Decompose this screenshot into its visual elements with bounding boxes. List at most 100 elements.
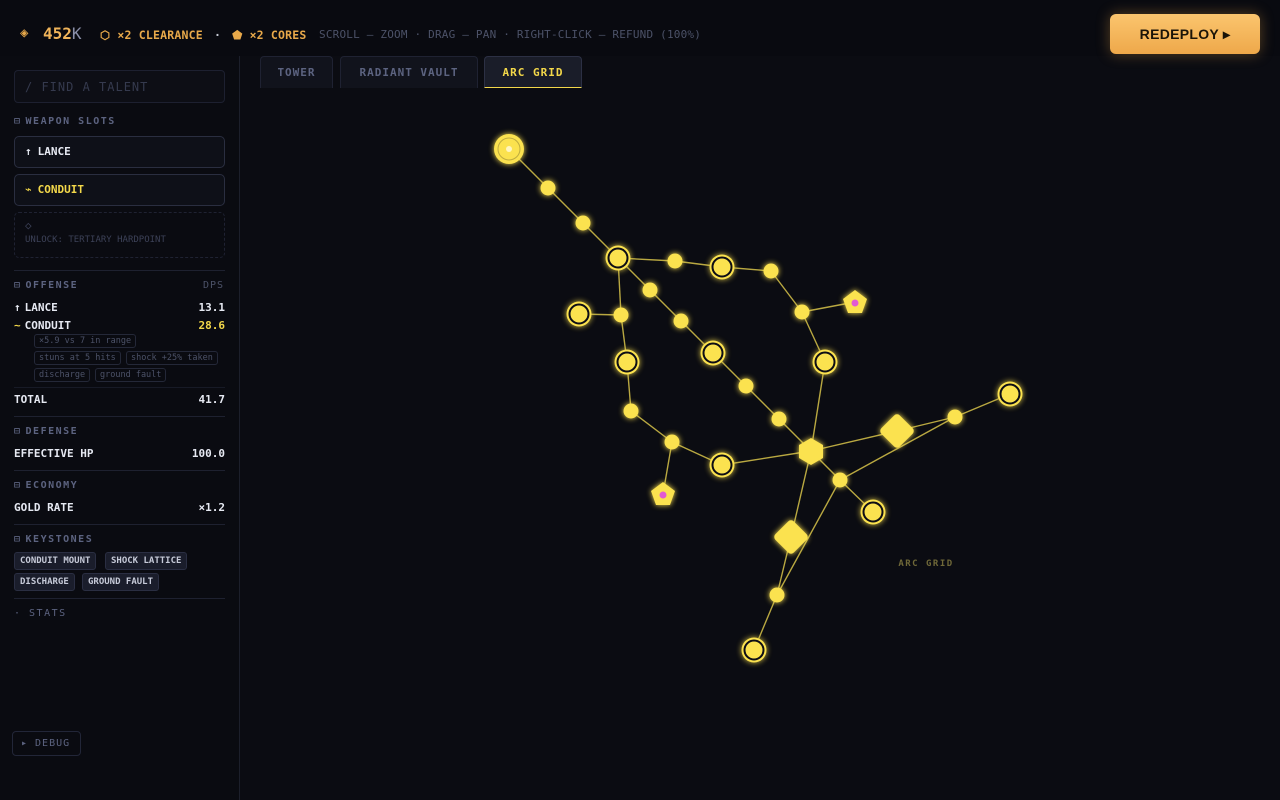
minor-node[interactable] <box>613 307 629 323</box>
keystone-diamond-node[interactable] <box>879 413 916 450</box>
slot-label: LANCE <box>37 145 71 158</box>
core-socket-node[interactable] <box>843 290 867 313</box>
dps-column-label: DPS <box>202 280 224 291</box>
minor-node[interactable] <box>771 411 787 427</box>
currency-counters: ⬡ ×2 CLEARANCE · ⬟ ×2 CORES <box>100 28 307 42</box>
notable-node[interactable] <box>812 349 838 375</box>
keystones-heading: ⊟ KEYSTONES <box>14 534 94 545</box>
conduit-dps: 28.6 <box>198 319 226 332</box>
minor-node[interactable] <box>947 409 963 425</box>
tab-arc-grid[interactable]: ARC GRID <box>484 56 582 88</box>
divider <box>14 524 225 525</box>
slots-icon: ⊟ <box>14 116 22 127</box>
notable-node[interactable] <box>709 452 735 478</box>
gold-counter: 452K <box>43 24 82 43</box>
top-bar: ◈ 452K ⬡ ×2 CLEARANCE · ⬟ ×2 CORES SCROL… <box>0 0 1280 56</box>
conduit-tag: shock +25% taken <box>126 351 218 365</box>
offense-icon: ⊟ <box>14 280 22 291</box>
keystone-diamond-node[interactable] <box>773 519 810 556</box>
lance-icon: ↑ <box>25 145 32 158</box>
weapon-slot-lance[interactable]: ↑ LANCE <box>14 136 225 168</box>
gold-rate-value: ×1.2 <box>198 501 226 514</box>
cores-counter: ×2 CORES <box>249 28 307 42</box>
defense-icon: ⊟ <box>14 426 22 437</box>
controls-hint: SCROLL — ZOOM · DRAG — PAN · RIGHT-CLICK… <box>319 28 702 41</box>
divider <box>14 598 225 599</box>
clearance-hex-icon: ⬡ <box>100 28 111 42</box>
keystone-pill[interactable]: DISCHARGE <box>14 573 75 591</box>
minor-node[interactable] <box>763 263 779 279</box>
conduit-tag: stuns at 5 hits <box>34 351 121 365</box>
talent-search-input[interactable]: / FIND A TALENT <box>14 70 225 103</box>
effective-hp-value: 100.0 <box>191 447 225 460</box>
talent-tree-canvas[interactable]: ARC GRID <box>240 89 1280 800</box>
offense-total: TOTAL 41.7 <box>14 393 225 406</box>
total-dps: 41.7 <box>198 393 226 406</box>
divider <box>14 416 225 417</box>
minor-node[interactable] <box>769 587 785 603</box>
weapon-slots-heading: ⊟ WEAPON SLOTS <box>14 116 116 127</box>
defense-heading: ⊟ DEFENSE <box>14 426 79 437</box>
locked-diamond-icon: ◇ <box>25 219 32 232</box>
tree-region-label: ARC GRID <box>898 559 953 569</box>
minor-node[interactable] <box>673 313 689 329</box>
minor-node[interactable] <box>664 434 680 450</box>
divider <box>14 470 225 471</box>
conduit-tag: discharge <box>34 368 91 382</box>
notable-node[interactable] <box>741 637 767 663</box>
sidebar: / FIND A TALENT ⊟ WEAPON SLOTS ↑ LANCE ⌁ CO… <box>0 56 240 800</box>
offense-row-lance: ↑ LANCE 13.1 <box>14 301 225 314</box>
stats-toggle[interactable]: · STATS <box>14 608 67 619</box>
redeploy-button[interactable]: REDEPLOY ▸ <box>1110 14 1260 54</box>
tree-edge <box>630 410 673 443</box>
minor-node[interactable] <box>575 215 591 231</box>
lance-dps: 13.1 <box>198 301 226 314</box>
core-socket-node[interactable] <box>651 482 675 505</box>
gold-rate-row: GOLD RATE ×1.2 <box>14 501 225 514</box>
minor-node[interactable] <box>623 403 639 419</box>
locked-weapon-slot: ◇ UNLOCK: TERTIARY HARDPOINT <box>14 212 225 258</box>
divider <box>14 387 225 388</box>
core-pentagon-icon: ⬟ <box>232 28 243 42</box>
weapon-slot-conduit[interactable]: ⌁ CONDUIT <box>14 174 225 206</box>
minor-node[interactable] <box>540 180 556 196</box>
minor-node[interactable] <box>832 472 848 488</box>
notable-node[interactable] <box>605 245 631 271</box>
debug-toggle[interactable]: ▸ DEBUG <box>12 731 81 756</box>
tree-edge <box>770 270 803 313</box>
tree-edge <box>721 450 812 466</box>
conduit-tag: ground fault <box>95 368 167 382</box>
keystones-icon: ⊟ <box>14 534 22 545</box>
economy-icon: ⊟ <box>14 480 22 491</box>
keystone-pill[interactable]: CONDUIT MOUNT <box>14 552 97 570</box>
clearance-counter: ×2 CLEARANCE <box>117 28 203 42</box>
start-node[interactable] <box>494 134 524 164</box>
tree-edge <box>810 361 826 452</box>
conduit-icon: ~ <box>14 319 21 332</box>
keystone-pill[interactable]: SHOCK LATTICE <box>105 552 188 570</box>
keystone-pill[interactable]: GROUND FAULT <box>82 573 160 591</box>
tab-radiant-vault[interactable]: RADIANT VAULT <box>340 56 478 88</box>
conduit-tag: ×5.9 vs 7 in range <box>34 334 137 348</box>
gold-diamond-icon: ◈ <box>20 25 29 41</box>
notable-node[interactable] <box>709 254 735 280</box>
notable-node[interactable] <box>860 499 886 525</box>
economy-heading: ⊟ ECONOMY <box>14 480 79 491</box>
offense-row-conduit: ~ CONDUIT 28.6 <box>14 319 225 332</box>
minor-node[interactable] <box>738 378 754 394</box>
separator: · <box>213 28 222 42</box>
notable-node[interactable] <box>614 349 640 375</box>
minor-node[interactable] <box>667 253 683 269</box>
offense-heading: ⊟ OFFENSE <box>14 280 79 291</box>
effective-hp-row: EFFECTIVE HP 100.0 <box>14 447 225 460</box>
slot-label: CONDUIT <box>37 183 84 196</box>
divider <box>14 270 225 271</box>
conduit-icon: ⌁ <box>25 183 32 196</box>
notable-node[interactable] <box>700 340 726 366</box>
notable-node[interactable] <box>997 381 1023 407</box>
tab-tower[interactable]: TOWER <box>260 56 333 88</box>
lance-icon: ↑ <box>14 301 21 314</box>
minor-node[interactable] <box>794 304 810 320</box>
minor-node[interactable] <box>642 282 658 298</box>
notable-node[interactable] <box>566 301 592 327</box>
